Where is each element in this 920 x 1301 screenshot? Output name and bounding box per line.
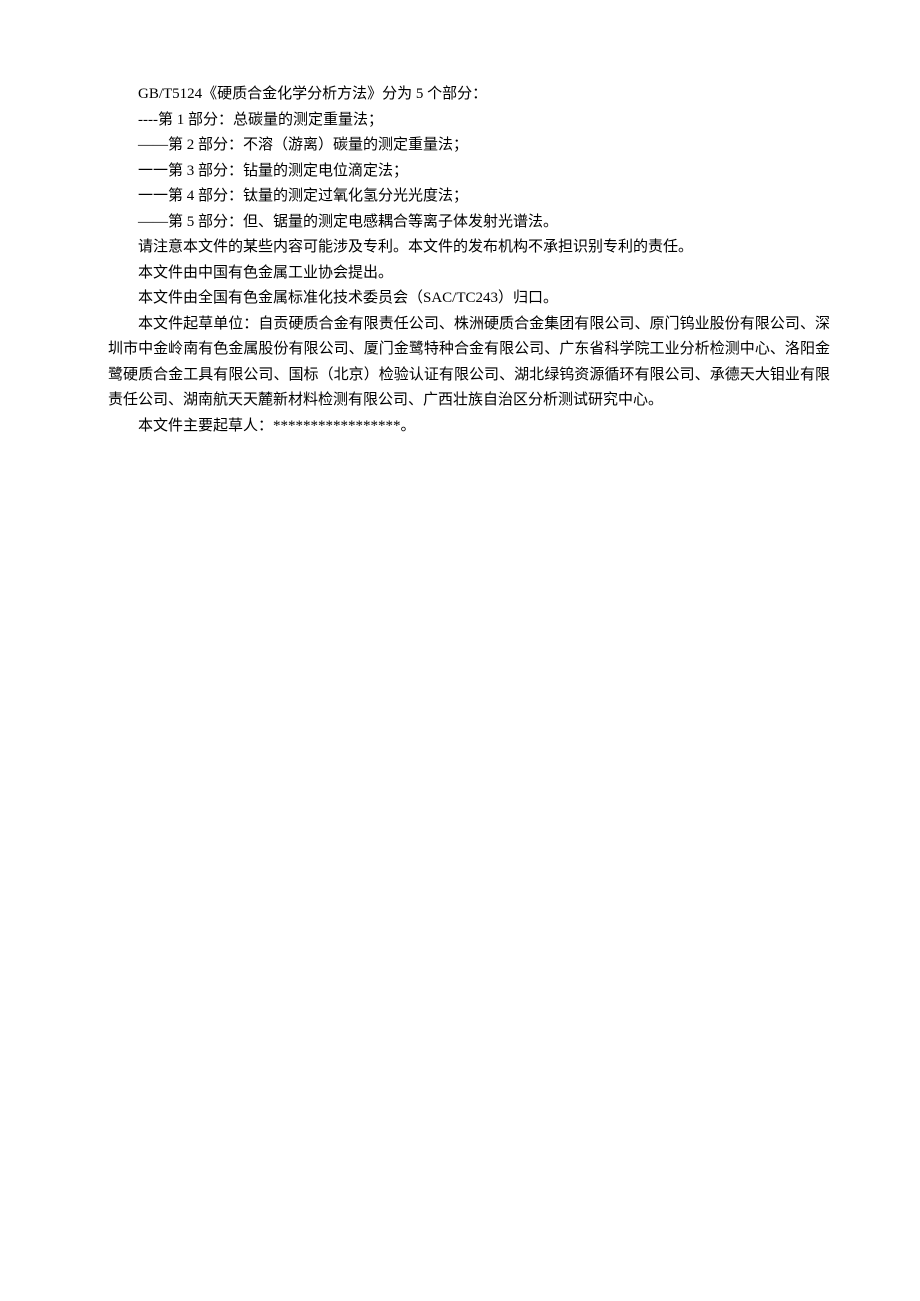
line-1: ----第 1 部分：总碳量的测定重量法； [108,108,830,134]
line-0: GB/T5124《硬质合金化学分析方法》分为 5 个部分： [108,82,830,108]
line-8: 本文件由全国有色金属标准化技术委员会（SAC/TC243）归口。 [108,286,830,312]
line-4: 一一第 4 部分：钛量的测定过氧化氢分光光度法； [108,184,830,210]
line-9: 本文件起草单位：自贡硬质合金有限责任公司、株洲硬质合金集团有限公司、原门钨业股份… [108,312,830,414]
line-5: ——第 5 部分：但、锯量的测定电感耦合等离子体发射光谱法。 [108,210,830,236]
document-content: GB/T5124《硬质合金化学分析方法》分为 5 个部分： ----第 1 部分… [108,82,830,439]
line-7: 本文件由中国有色金属工业协会提出。 [108,261,830,287]
line-3: 一一第 3 部分：钻量的测定电位滴定法； [108,159,830,185]
line-6: 请注意本文件的某些内容可能涉及专利。本文件的发布机构不承担识别专利的责任。 [108,235,830,261]
line-2: ——第 2 部分：不溶（游离）碳量的测定重量法； [108,133,830,159]
line-10: 本文件主要起草人：*****************。 [108,414,830,440]
